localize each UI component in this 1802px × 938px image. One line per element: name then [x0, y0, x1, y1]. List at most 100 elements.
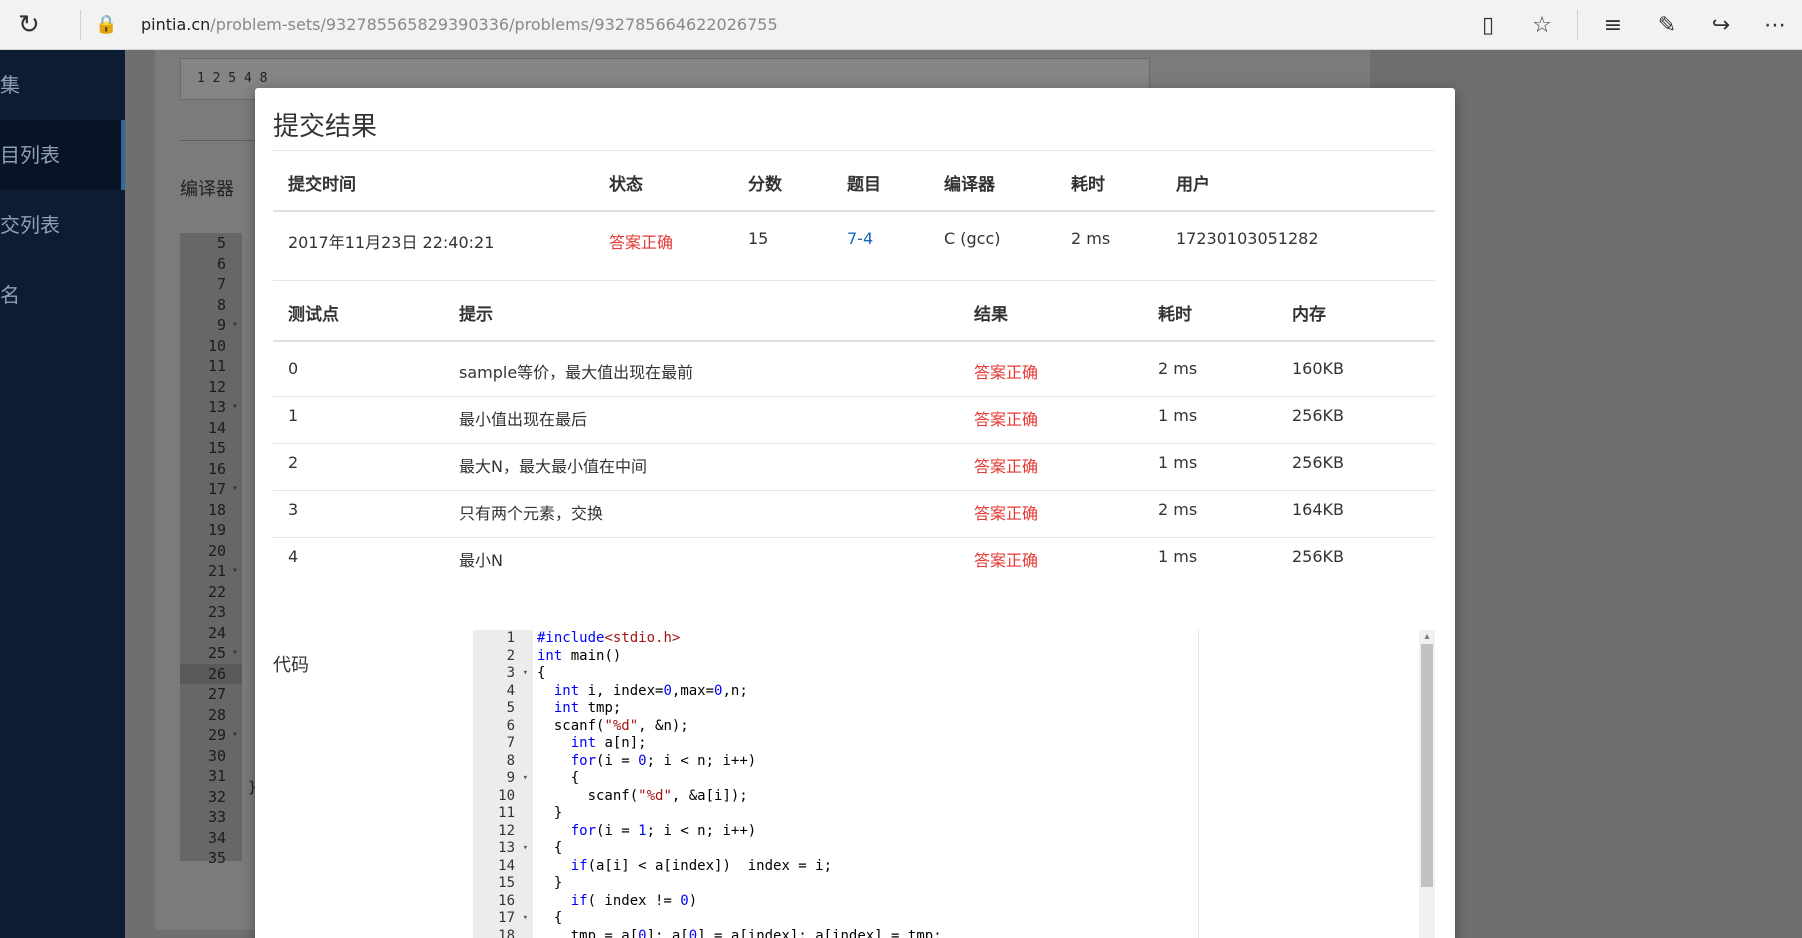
- code-line: #include<stdio.h>: [537, 630, 681, 646]
- address-bar[interactable]: pintia.cn/problem-sets/93278556582939033…: [141, 15, 778, 34]
- testcase-id: 4: [288, 547, 299, 566]
- testcase-hint: 只有两个元素，交换: [459, 504, 604, 523]
- code-line-number: 17: [473, 910, 533, 928]
- testcase-hint: sample等价，最大值出现在最前: [459, 363, 694, 382]
- testcase-hint: 最小值出现在最后: [459, 410, 588, 429]
- gutter-line-number: 26: [180, 663, 242, 684]
- code-line-number: 13: [473, 840, 533, 858]
- column-header: 分数: [748, 175, 782, 195]
- code-line: int a[n];: [570, 735, 647, 751]
- code-line-number: 5: [506, 700, 515, 716]
- divider: [273, 210, 1435, 212]
- divider: [273, 280, 1435, 281]
- code-line: for(i = 0; i < n; i++): [570, 752, 757, 769]
- submission-duration: 2 ms: [1071, 229, 1111, 248]
- testcase-time: 2 ms: [1158, 500, 1198, 519]
- favorite-star-icon[interactable]: ☆: [1515, 13, 1569, 38]
- web-note-pen-icon[interactable]: ✎: [1640, 13, 1694, 38]
- sidebar-item-label: 交列表: [0, 213, 60, 237]
- url-path: /problem-sets/932785565829390336/problem…: [210, 15, 778, 34]
- editor-gutter: 5678910111213141516171819202122232425262…: [180, 233, 242, 867]
- sidebar-item-submission-list[interactable]: 交列表: [0, 190, 125, 260]
- testcase-memory: 164KB: [1292, 500, 1345, 519]
- reading-view-icon[interactable]: ▯: [1461, 13, 1515, 38]
- column-header: 题目: [847, 175, 881, 195]
- code-line-number: 15: [498, 875, 515, 891]
- testcase-time: 1 ms: [1158, 453, 1198, 472]
- code-line: for(i = 1; i < n; i++): [570, 822, 757, 839]
- code-line-number: 10: [498, 787, 515, 804]
- gutter-line-number: 29: [180, 725, 242, 746]
- code-gutter: 123456789101112131415161718: [473, 630, 533, 938]
- column-header: 编译器: [944, 175, 995, 195]
- scroll-up-icon[interactable]: ▴: [1419, 630, 1435, 644]
- problem-link[interactable]: 7-4: [847, 229, 873, 248]
- code-viewer[interactable]: 123456789101112131415161718 #include<std…: [473, 630, 1433, 938]
- divider: [273, 490, 1435, 491]
- divider: [273, 443, 1435, 444]
- share-icon[interactable]: ↪: [1694, 13, 1748, 38]
- gutter-line-number: 25: [180, 643, 242, 664]
- scroll-thumb[interactable]: [1421, 644, 1433, 887]
- gutter-line-number: 19: [207, 521, 226, 539]
- reload-icon[interactable]: ↻: [18, 10, 58, 40]
- sidebar-item-ranking[interactable]: 名: [0, 260, 125, 330]
- code-line: {: [537, 840, 563, 856]
- testcase-hint: 最大N，最大最小值在中间: [459, 457, 647, 476]
- testcase-memory: 160KB: [1292, 359, 1345, 378]
- submission-compiler: C (gcc): [944, 229, 1001, 248]
- code-line-number: 14: [498, 857, 515, 874]
- lock-icon: 🔒: [95, 14, 118, 35]
- submission-user: 17230103051282: [1176, 229, 1319, 248]
- testcase-result: 答案正确: [974, 504, 1039, 523]
- gutter-line-number: 17: [180, 479, 242, 500]
- gutter-line-number: 5: [216, 234, 226, 252]
- testcase-id: 0: [288, 359, 299, 378]
- code-line-number: 11: [498, 805, 515, 821]
- sidebar-item-label: 集: [0, 73, 20, 97]
- hub-menu-icon[interactable]: ≡: [1586, 13, 1640, 38]
- print-margin: [1198, 630, 1199, 938]
- column-header: 测试点: [288, 305, 339, 325]
- toolbar-divider: [1577, 10, 1578, 40]
- code-line-number: 1: [506, 630, 515, 646]
- gutter-line-number: 11: [207, 357, 226, 375]
- sidebar-item-label: 名: [0, 283, 20, 307]
- gutter-line-number: 30: [207, 746, 226, 765]
- testcase-id: 2: [288, 453, 299, 472]
- code-line: {: [537, 770, 580, 786]
- column-header: 用户: [1176, 175, 1210, 195]
- code-line: int main(): [537, 647, 622, 664]
- sidebar: 集 目列表 交列表 名: [0, 50, 125, 938]
- sidebar-item-label: 目列表: [0, 143, 60, 167]
- toolbar-divider: [80, 9, 81, 40]
- code-scrollbar[interactable]: ▴: [1419, 630, 1435, 938]
- sidebar-item-problem-set[interactable]: 集: [0, 50, 125, 120]
- divider: [273, 340, 1435, 342]
- code-line-number: 9: [473, 770, 533, 788]
- gutter-line-number: 28: [207, 705, 226, 724]
- column-header: 内存: [1292, 305, 1326, 325]
- sidebar-item-problem-list[interactable]: 目列表: [0, 120, 125, 190]
- divider: [273, 150, 1435, 151]
- gutter-line-number: 35: [207, 849, 226, 867]
- testcase-memory: 256KB: [1292, 453, 1345, 472]
- code-line: }: [537, 805, 563, 821]
- testcase-id: 1: [288, 406, 299, 425]
- testcase-id: 3: [288, 500, 299, 519]
- gutter-line-number: 14: [207, 418, 226, 437]
- code-line: int i, index=0,max=0,n;: [553, 682, 748, 699]
- gutter-line-number: 12: [207, 377, 226, 396]
- submission-result-dialog: 提交结果 提交时间 状态 分数 题目 编译器 耗时 用户 2017年11月23日…: [255, 88, 1455, 938]
- code-line-number: 6: [506, 717, 515, 734]
- more-icon[interactable]: ⋯: [1748, 13, 1802, 38]
- column-header: 耗时: [1158, 305, 1192, 325]
- gutter-line-number: 31: [207, 767, 226, 785]
- column-header: 耗时: [1071, 175, 1105, 195]
- code-line: if(a[i] < a[index]) index = i;: [570, 857, 833, 874]
- url-host: pintia.cn: [141, 15, 211, 34]
- code-content: #include<stdio.h> int main(){ int i, inde…: [537, 630, 942, 938]
- code-line: {: [537, 665, 546, 681]
- gutter-line-number: 6: [216, 254, 226, 273]
- gutter-line-number: 23: [207, 603, 226, 621]
